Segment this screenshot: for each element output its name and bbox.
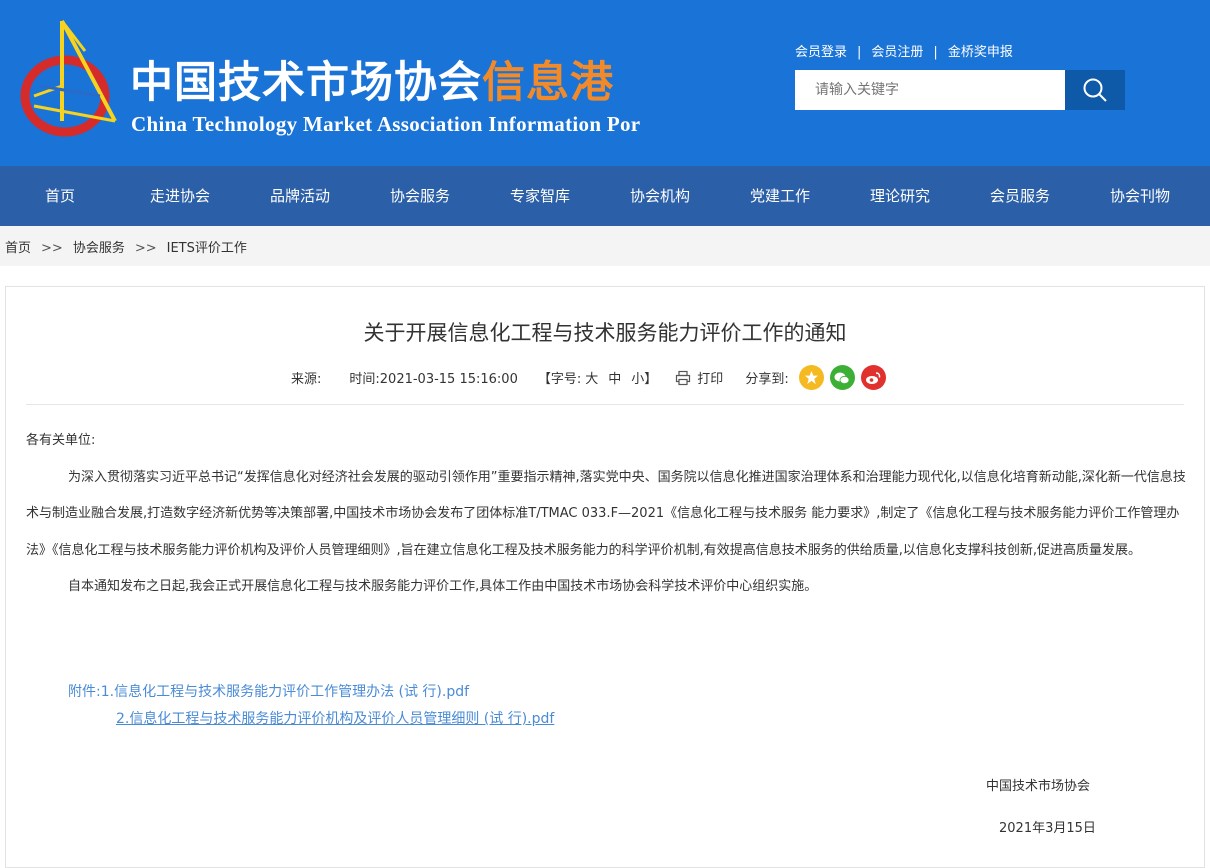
breadcrumb-sep: >> — [41, 241, 63, 256]
site-title-en: China Technology Market Association Info… — [131, 112, 641, 136]
article-panel: 关于开展信息化工程与技术服务能力评价工作的通知 来源: 时间:2021-03-1… — [5, 286, 1205, 868]
font-size-end: 】 — [644, 372, 658, 387]
signature: 中国技术市场协会 — [986, 779, 1091, 794]
nav-about[interactable]: 走进协会 — [120, 166, 240, 226]
article-body: 各有关单位: 为深入贯彻落实习近平总书记“发挥信息化对经济社会发展的驱动引领作用… — [26, 423, 1186, 606]
search-button[interactable] — [1065, 70, 1125, 110]
site-title-cn: 中国技术市场协会信息港 — [130, 48, 614, 110]
site-title-highlight: 信息港 — [482, 58, 614, 108]
article-meta: 来源: 时间:2021-03-15 15:16:00 【字号: 大 中 小 】 … — [291, 365, 886, 390]
member-register-link[interactable]: 会员注册 — [871, 45, 923, 60]
search-icon — [1083, 78, 1107, 102]
share-wechat-icon[interactable] — [829, 365, 855, 390]
nav-home[interactable]: 首页 — [0, 166, 120, 226]
share-weibo-icon[interactable] — [860, 365, 886, 390]
font-size-large[interactable]: 大 — [585, 368, 598, 387]
meta-divider — [26, 404, 1184, 405]
breadcrumb-sep: >> — [134, 241, 157, 256]
paragraph-2: 自本通知发布之日起,我会正式开展信息化工程与技术服务能力评价工作,具体工作由中国… — [68, 579, 818, 594]
attachments: 附件:1.信息化工程与技术服务能力评价工作管理办法 (试 行).pdf 2.信息… — [68, 679, 554, 733]
print-icon[interactable] — [675, 370, 691, 386]
share-buttons — [798, 365, 886, 390]
main-nav: 首页 走进协会 品牌活动 协会服务 专家智库 协会机构 党建工作 理论研究 会员… — [0, 166, 1210, 226]
source-label: 来源: — [291, 372, 322, 387]
award-apply-link[interactable]: 金桥奖申报 — [948, 45, 1013, 60]
greeting: 各有关单位: — [26, 433, 96, 448]
nav-experts[interactable]: 专家智库 — [480, 166, 600, 226]
attachment-label: 附件: — [68, 684, 101, 700]
share-qzone-icon[interactable] — [798, 365, 824, 390]
search-box — [795, 70, 1125, 110]
publish-time: 时间:2021-03-15 15:16:00 — [349, 372, 518, 387]
link-separator: | — [933, 45, 938, 60]
nav-member-services[interactable]: 会员服务 — [960, 166, 1080, 226]
site-title-main: 中国技术市场协会 — [130, 58, 482, 108]
breadcrumb-current[interactable]: IETS评价工作 — [167, 241, 247, 256]
nav-services[interactable]: 协会服务 — [360, 166, 480, 226]
print-link[interactable]: 打印 — [697, 368, 723, 387]
nav-research[interactable]: 理论研究 — [840, 166, 960, 226]
top-links: 会员登录 | 会员注册 | 金桥奖申报 — [795, 41, 1013, 60]
font-size-medium[interactable]: 中 — [608, 368, 621, 387]
breadcrumb: 首页 >> 协会服务 >> IETS评价工作 — [5, 237, 247, 256]
member-login-link[interactable]: 会员登录 — [795, 45, 847, 60]
nav-publications[interactable]: 协会刊物 — [1080, 166, 1200, 226]
nav-party-work[interactable]: 党建工作 — [720, 166, 840, 226]
font-size-label: 【字号: — [537, 372, 582, 387]
paragraph-1: 为深入贯彻落实习近平总书记“发挥信息化对经济社会发展的驱动引领作用”重要指示精神… — [26, 469, 1186, 558]
attachment-link-2[interactable]: 2.信息化工程与技术服务能力评价机构及评价人员管理细则 (试 行).pdf — [68, 706, 554, 733]
site-header: 中国技术市场协会信息港 China Technology Market Asso… — [0, 0, 1210, 166]
link-separator: | — [857, 45, 862, 60]
breadcrumb-home[interactable]: 首页 — [5, 241, 31, 256]
share-label: 分享到: — [745, 372, 789, 387]
article-title: 关于开展信息化工程与技术服务能力评价工作的通知 — [363, 321, 847, 345]
attachment-link-1[interactable]: 1.信息化工程与技术服务能力评价工作管理办法 (试 行).pdf — [101, 684, 469, 700]
search-input[interactable] — [795, 70, 1065, 110]
nav-organization[interactable]: 协会机构 — [600, 166, 720, 226]
nav-brand-events[interactable]: 品牌活动 — [240, 166, 360, 226]
font-size-small[interactable]: 小 — [631, 368, 644, 387]
association-logo[interactable] — [20, 16, 125, 141]
breadcrumb-bar: 首页 >> 协会服务 >> IETS评价工作 — [0, 226, 1210, 266]
signature-date: 2021年3月15日 — [999, 821, 1096, 836]
breadcrumb-services[interactable]: 协会服务 — [73, 241, 125, 256]
